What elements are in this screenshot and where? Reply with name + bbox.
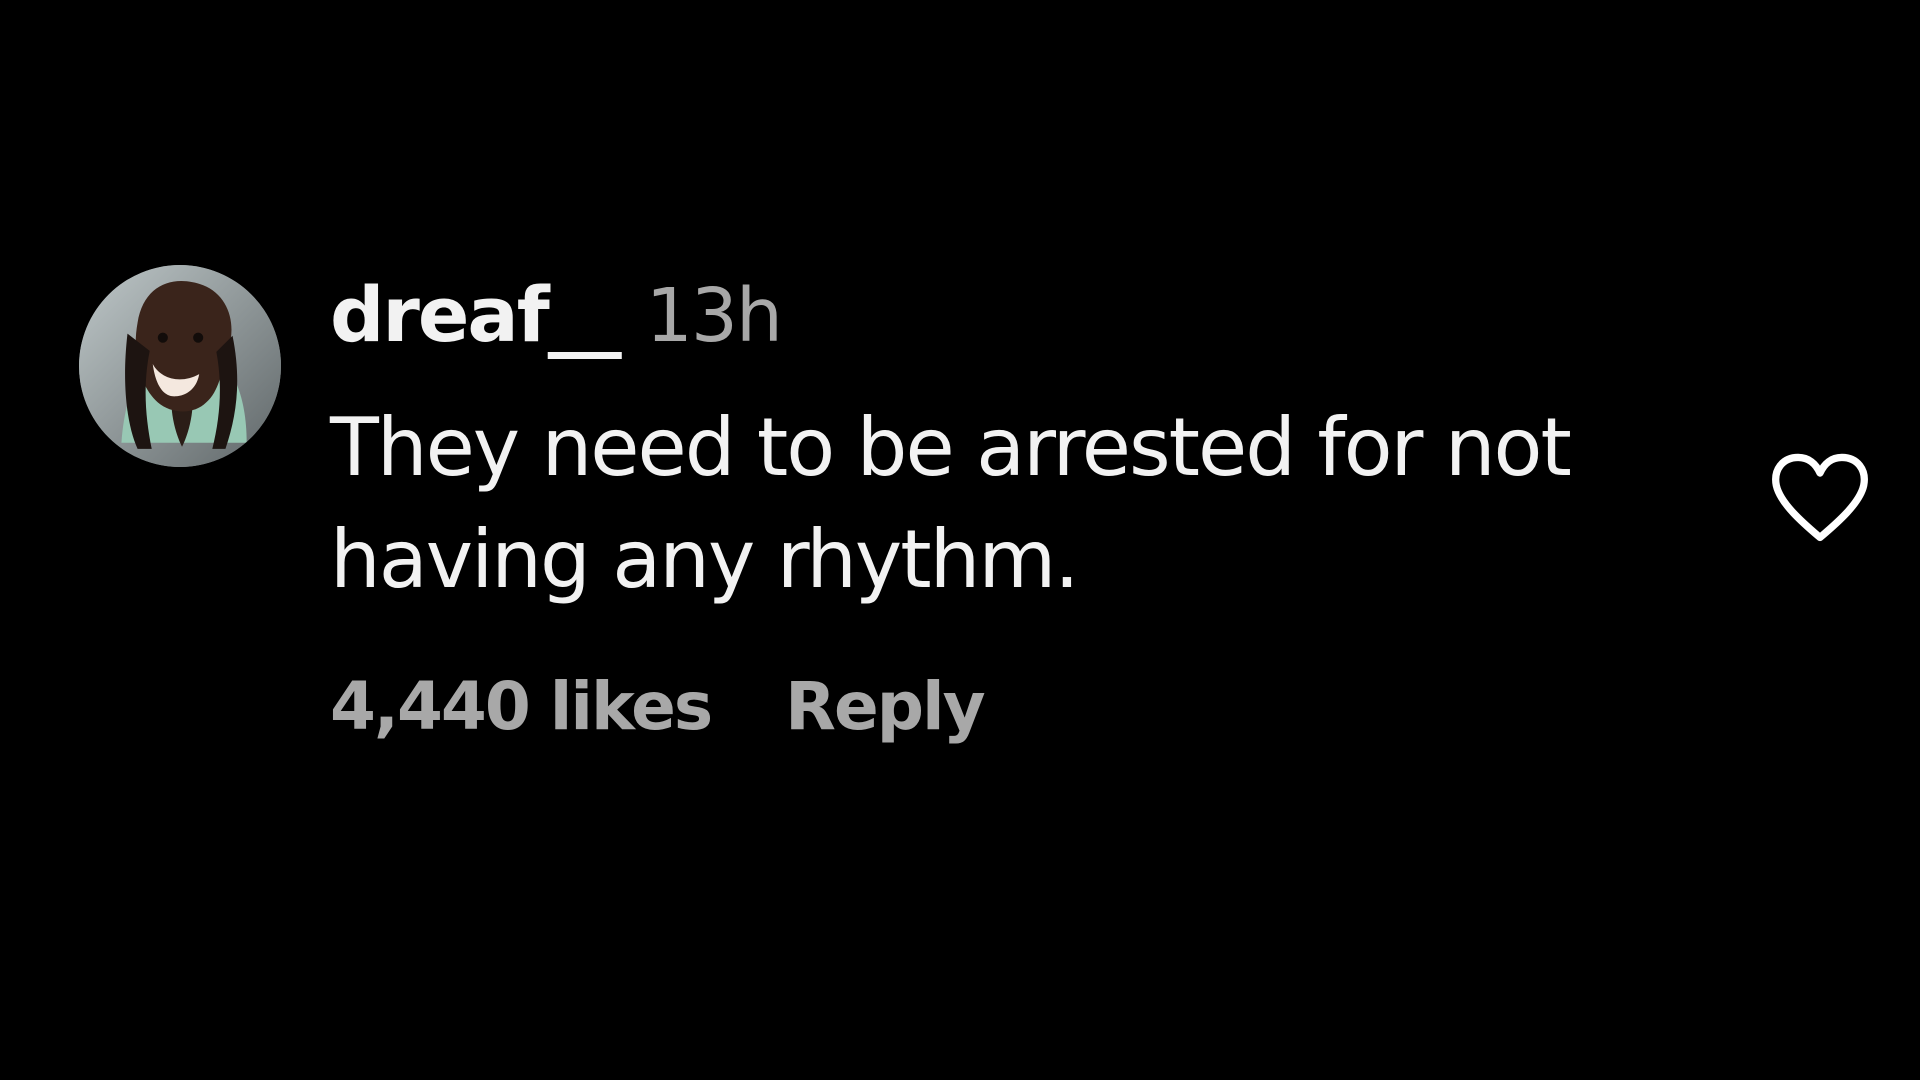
like-button[interactable]	[1768, 450, 1872, 546]
comment-actions: 4,440 likes Reply	[330, 668, 986, 745]
comment-item: dreaf__ 13h They need to be arrested for…	[0, 0, 1920, 1080]
like-count[interactable]: 4,440 likes	[330, 668, 713, 745]
timestamp: 13h	[645, 273, 783, 359]
avatar[interactable]	[79, 265, 281, 467]
username[interactable]: dreaf__	[330, 270, 622, 359]
profile-photo	[79, 265, 281, 467]
comment-header: dreaf__ 13h	[330, 270, 783, 360]
reply-button[interactable]: Reply	[785, 668, 985, 745]
heart-outline-icon	[1772, 453, 1868, 542]
comment-text: They need to be arrested for not having …	[330, 401, 1572, 606]
